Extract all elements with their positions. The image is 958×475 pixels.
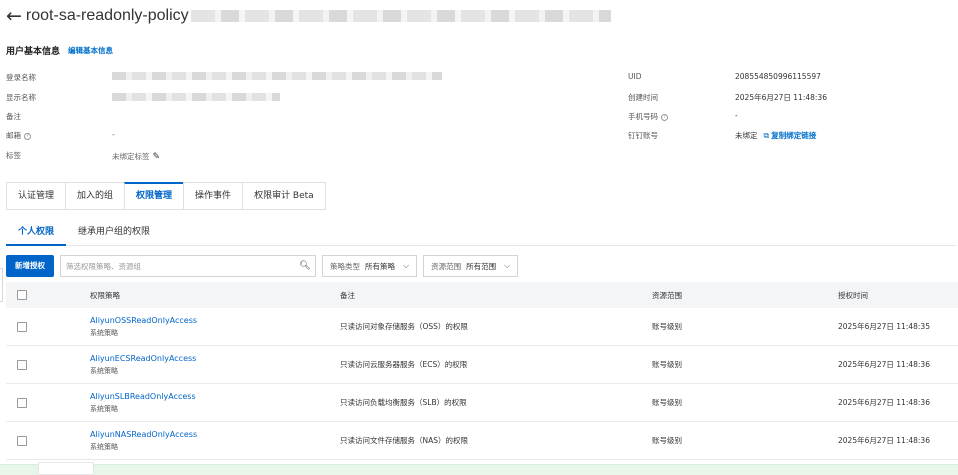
policy-name-link[interactable]: AliyunECSReadOnlyAccess: [90, 354, 340, 363]
chevron-down-icon: ⌵: [504, 261, 511, 270]
table-row: AliyunNASReadOnlyAccess 系统策略 只读访问文件存储服务（N…: [6, 422, 958, 460]
login-name-value-redacted: [112, 72, 442, 80]
policy-time: 2025年6月27日 11:48:36: [838, 360, 930, 369]
row-checkbox[interactable]: [17, 397, 27, 408]
policy-type-filter-label: 策略类型: [330, 261, 360, 271]
policy-scope: 账号级别: [652, 398, 682, 407]
email-label: 邮箱?: [6, 130, 31, 141]
policy-note: 只读访问对象存储服务（OSS）的权限: [340, 322, 468, 331]
header-scope: 资源范围: [652, 290, 682, 300]
phone-label: 手机号码?: [628, 111, 668, 122]
created-value: 2025年6月27日 11:48:36: [735, 93, 827, 102]
copy-icon[interactable]: ⧉: [764, 131, 770, 141]
basic-info-title: 用户基本信息: [6, 47, 61, 57]
policy-note: 只读访问文件存储服务（NAS）的权限: [340, 436, 469, 445]
policy-name-link[interactable]: AliyunSLBReadOnlyAccess: [90, 392, 340, 401]
main-tabs: 认证管理 加入的组 权限管理 操作事件 权限审计 Beta: [6, 182, 326, 210]
tab-permission-management[interactable]: 权限管理: [124, 182, 184, 210]
basic-info-header: 用户基本信息 编辑基本信息: [6, 44, 113, 57]
subtab-inherited-permissions[interactable]: 继承用户组的权限: [66, 220, 162, 246]
policy-name-link[interactable]: AliyunNASReadOnlyAccess: [90, 430, 340, 439]
add-authorization-button[interactable]: 新增授权: [6, 255, 54, 277]
table-header: 权限策略 备注 资源范围 授权时间: [6, 282, 958, 308]
subtab-personal-permissions[interactable]: 个人权限: [6, 220, 67, 246]
edit-pencil-icon[interactable]: ✎: [153, 152, 161, 162]
resource-scope-filter-label: 资源范围: [431, 261, 462, 271]
policy-type-filter-value: 所有策略: [365, 261, 395, 271]
uid-label: UID: [628, 72, 642, 81]
tab-auth-management[interactable]: 认证管理: [6, 182, 66, 210]
table-row: AliyunECSReadOnlyAccess 系统策略 只读访问云服务器服务（E…: [6, 346, 958, 384]
display-name-value-redacted: [112, 93, 280, 101]
tab-operation-events[interactable]: 操作事件: [183, 182, 243, 210]
email-value: -: [112, 130, 115, 139]
policy-name-link[interactable]: AliyunOSSReadOnlyAccess: [90, 316, 340, 325]
tab-joined-groups[interactable]: 加入的组: [65, 182, 125, 210]
bottom-footer-box: [38, 462, 94, 475]
table-row: AliyunSLBReadOnlyAccess 系统策略 只读访问负载均衡服务（S…: [6, 384, 958, 422]
row-checkbox[interactable]: [17, 359, 27, 370]
resource-scope-filter[interactable]: 资源范围 所有范围 ⌵: [423, 255, 519, 277]
search-input[interactable]: [61, 261, 295, 271]
header-policy: 权限策略: [90, 290, 120, 300]
policy-note: 只读访问负载均衡服务（SLB）的权限: [340, 398, 467, 407]
login-name-label: 登录名称: [6, 73, 36, 82]
policy-scope: 账号级别: [652, 360, 682, 369]
side-handle[interactable]: [0, 268, 3, 302]
policy-scope: 账号级别: [652, 436, 682, 445]
uid-value: 208554850996115597: [735, 72, 821, 81]
copy-binding-link[interactable]: 复制绑定链接: [771, 131, 816, 140]
chevron-down-icon: ⌵: [403, 261, 410, 270]
policy-time: 2025年6月27日 11:48:36: [838, 398, 930, 407]
policy-type: 系统策略: [90, 442, 118, 451]
bottom-status-bar: [0, 464, 958, 475]
search-box: 🔍︎: [60, 255, 316, 277]
policy-type: 系统策略: [90, 328, 118, 337]
tag-value: 未绑定标签 ✎: [112, 152, 161, 162]
tab-permission-audit[interactable]: 权限审计 Beta: [242, 182, 326, 210]
resource-scope-filter-value: 所有范围: [466, 261, 497, 271]
row-checkbox[interactable]: [17, 435, 27, 446]
table-row: AliyunOSSReadOnlyAccess 系统策略 只读访问对象存储服务（O…: [6, 308, 958, 346]
header-note: 备注: [340, 290, 355, 300]
row-checkbox[interactable]: [17, 321, 27, 332]
redacted-title-suffix: [190, 10, 611, 22]
policy-time: 2025年6月27日 11:48:36: [838, 436, 930, 445]
phone-value: -: [735, 111, 738, 120]
permission-subtabs: 个人权限 继承用户组的权限: [6, 220, 956, 246]
arrow-left-icon[interactable]: ←: [6, 6, 22, 26]
policy-note: 只读访问云服务器服务（ECS）的权限: [340, 360, 468, 369]
policy-scope: 账号级别: [652, 322, 682, 331]
toolbar: 新增授权 🔍︎ 策略类型 所有策略 ⌵ 资源范围 所有范围 ⌵: [6, 255, 519, 277]
tag-label: 标签: [6, 151, 21, 160]
dingtalk-value: 未绑定 ⧉ 复制绑定链接: [735, 131, 817, 141]
policy-time: 2025年6月27日 11:48:35: [838, 322, 930, 331]
header-time: 授权时间: [838, 290, 868, 300]
edit-basic-info-link[interactable]: 编辑基本信息: [68, 45, 113, 56]
display-name-label: 显示名称: [6, 93, 36, 102]
search-icon[interactable]: 🔍︎: [295, 261, 315, 271]
note-label: 备注: [6, 112, 21, 121]
help-icon[interactable]: ?: [661, 113, 668, 121]
select-all-checkbox[interactable]: [17, 290, 27, 300]
page-header: ← root-sa-readonly-policy: [6, 4, 611, 28]
created-label: 创建时间: [628, 93, 658, 102]
help-icon[interactable]: ?: [24, 132, 31, 140]
policy-type: 系统策略: [90, 366, 118, 375]
policy-type-filter[interactable]: 策略类型 所有策略 ⌵: [322, 255, 418, 277]
page-title: root-sa-readonly-policy: [25, 7, 189, 24]
dingtalk-label: 钉钉账号: [628, 131, 658, 140]
permissions-table: 权限策略 备注 资源范围 授权时间 AliyunOSSReadOnlyAcces…: [6, 282, 958, 460]
policy-type: 系统策略: [90, 404, 118, 413]
